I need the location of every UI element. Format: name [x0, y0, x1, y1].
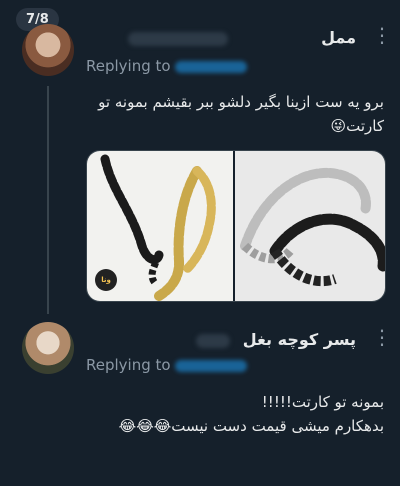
- tweet-text-line: بمونه تو کارتت!!!!!: [261, 393, 384, 411]
- chains-photo-right: [240, 167, 385, 287]
- media-photo-left[interactable]: ونا: [87, 151, 233, 301]
- brand-logo: ونا: [95, 269, 117, 291]
- replying-to-label: Replying to: [86, 57, 171, 75]
- tweet-text-line: بدهکارم میشی قیمت دست نیست😂😂😂: [118, 417, 384, 435]
- replying-to-handle[interactable]: [174, 359, 247, 372]
- media-photo-right[interactable]: [233, 151, 385, 301]
- avatar[interactable]: [22, 24, 74, 76]
- tweet-text-line: کارتت😜: [330, 117, 385, 135]
- thread-connector: [47, 86, 49, 314]
- tweet-text: برو یه ست ازینا بگیر دلشو ببر بقیشم بمون…: [98, 90, 384, 138]
- replying-to: Replying to: [86, 356, 247, 374]
- replying-to-handle[interactable]: [174, 60, 247, 73]
- tweet-text-line: برو یه ست ازینا بگیر دلشو ببر بقیشم بمون…: [98, 93, 384, 111]
- replying-to: Replying to: [86, 57, 247, 75]
- more-options-icon[interactable]: ⋮: [372, 327, 392, 347]
- author-handle[interactable]: [196, 334, 230, 348]
- tweet-text: بمونه تو کارتت!!!!! بدهکارم میشی قیمت دس…: [119, 390, 384, 438]
- tweet-media[interactable]: ونا: [86, 150, 386, 302]
- author-handle[interactable]: [128, 32, 228, 46]
- author-name[interactable]: پسر کوچه بغل: [243, 330, 356, 349]
- author-name[interactable]: ممل: [321, 28, 356, 47]
- replying-to-label: Replying to: [86, 356, 171, 374]
- avatar[interactable]: [22, 322, 74, 374]
- more-options-icon[interactable]: ⋮: [372, 25, 392, 45]
